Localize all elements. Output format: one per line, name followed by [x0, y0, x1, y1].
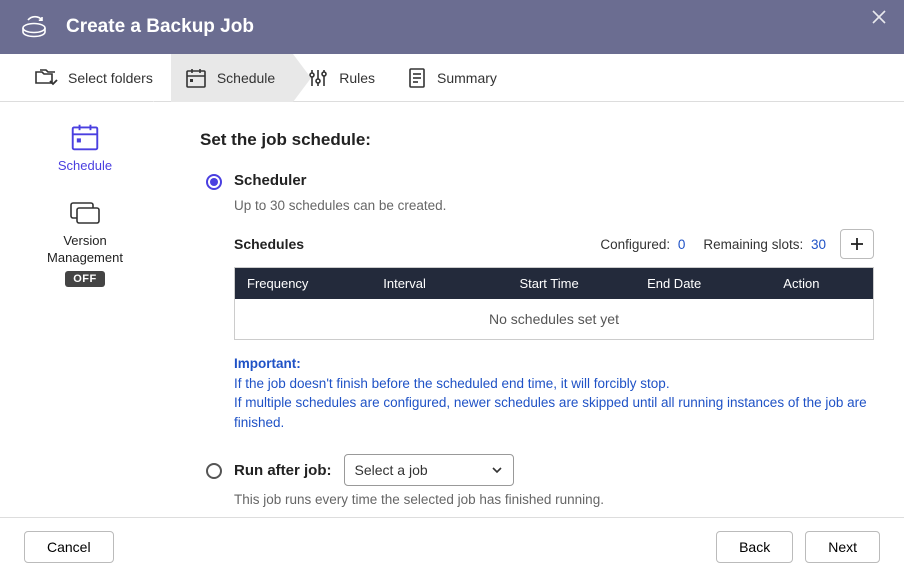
folders-icon [34, 67, 58, 89]
configured-value: 0 [678, 237, 686, 252]
dialog-body: Schedule Version Management OFF Set the … [0, 102, 904, 518]
step-label: Rules [339, 70, 375, 86]
sidebar-item-schedule[interactable]: Schedule [20, 122, 150, 173]
section-heading: Set the job schedule: [200, 130, 874, 150]
schedules-stats: Configured: 0 Remaining slots: 30 [600, 237, 826, 252]
close-button[interactable] [872, 10, 886, 27]
col-action: Action [771, 268, 873, 299]
option-desc: Up to 30 schedules can be created. [234, 198, 874, 213]
dialog-footer: Cancel Back Next [0, 518, 904, 576]
backup-disk-icon [20, 13, 50, 42]
versions-icon [68, 199, 102, 227]
step-label: Summary [437, 70, 497, 86]
schedules-table: Frequency Interval Start Time End Date A… [234, 267, 874, 340]
content-pane: Set the job schedule: Scheduler Up to 30… [170, 102, 904, 517]
remaining-value: 30 [811, 237, 826, 252]
sidebar: Schedule Version Management OFF [0, 102, 170, 517]
job-select-text: Select a job [355, 462, 428, 478]
important-note: Important: If the job doesn't finish bef… [234, 354, 874, 432]
calendar-icon [69, 122, 101, 152]
schedules-header: Schedules Configured: 0 Remaining slots:… [234, 229, 874, 259]
option-desc: This job runs every time the selected jo… [234, 492, 874, 507]
sidebar-item-label: Version [63, 233, 106, 248]
wizard-stepbar: Select folders Schedule Rules [0, 54, 904, 102]
table-header: Frequency Interval Start Time End Date A… [235, 268, 873, 299]
dialog-title: Create a Backup Job [66, 16, 254, 38]
option-run-after-job[interactable]: Run after job: Select a job [206, 454, 874, 486]
calendar-icon [185, 67, 207, 89]
next-button[interactable]: Next [805, 531, 880, 563]
step-select-folders[interactable]: Select folders [20, 54, 171, 102]
content-scroll[interactable]: Set the job schedule: Scheduler Up to 30… [170, 102, 904, 517]
plus-icon [850, 237, 864, 251]
back-button[interactable]: Back [716, 531, 793, 563]
step-label: Select folders [68, 70, 153, 86]
col-end-date: End Date [635, 268, 771, 299]
status-badge-off: OFF [65, 271, 105, 287]
important-title: Important: [234, 354, 874, 374]
option-title: Run after job: [234, 462, 332, 479]
add-schedule-button[interactable] [840, 229, 874, 259]
dialog-window: Create a Backup Job Select folders Sched… [0, 0, 904, 576]
titlebar: Create a Backup Job [0, 0, 904, 54]
configured-label: Configured: [600, 237, 670, 252]
col-frequency: Frequency [235, 268, 371, 299]
cancel-button[interactable]: Cancel [24, 531, 114, 563]
col-interval: Interval [371, 268, 507, 299]
important-line: If the job doesn't finish before the sch… [234, 374, 874, 394]
radio-scheduler[interactable] [206, 174, 222, 190]
sidebar-item-label: Management [47, 250, 123, 265]
option-title: Scheduler [234, 172, 307, 189]
remaining-label: Remaining slots: [703, 237, 803, 252]
important-line: If multiple schedules are configured, ne… [234, 393, 874, 432]
job-select[interactable]: Select a job [344, 454, 514, 486]
table-empty-text: No schedules set yet [235, 299, 873, 339]
step-schedule[interactable]: Schedule [171, 54, 293, 102]
radio-run-after-job[interactable] [206, 463, 222, 479]
step-label: Schedule [217, 70, 275, 86]
document-icon [407, 67, 427, 89]
sidebar-item-version-management[interactable]: Version Management OFF [20, 199, 150, 287]
schedules-label: Schedules [234, 236, 600, 252]
sidebar-item-label: Schedule [58, 158, 112, 173]
option-scheduler[interactable]: Scheduler [206, 172, 874, 190]
chevron-down-icon [491, 464, 503, 476]
step-summary[interactable]: Summary [393, 54, 515, 102]
col-start-time: Start Time [507, 268, 635, 299]
